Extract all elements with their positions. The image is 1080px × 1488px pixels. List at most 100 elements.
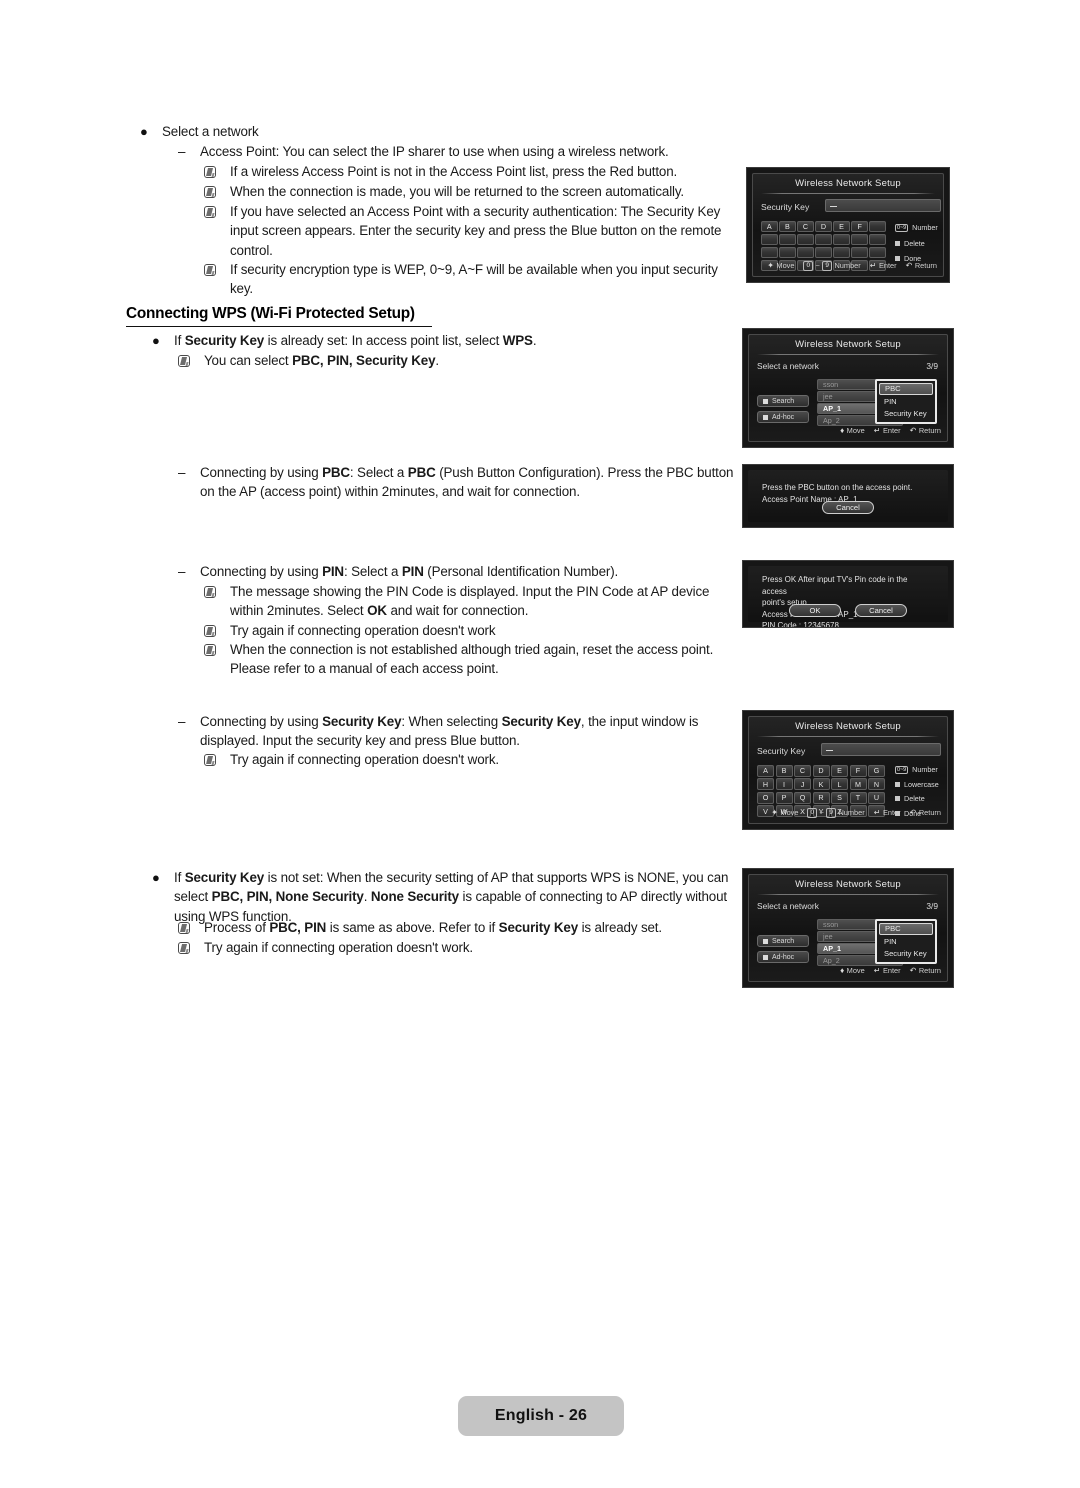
key-blank[interactable] — [851, 233, 868, 246]
note-ap-4-text: If security encryption type is WEP, 0~9,… — [230, 262, 718, 297]
note-notset-2: Try again if connecting operation doesn'… — [178, 938, 740, 959]
number-key-icon: 0~9 — [895, 223, 909, 232]
key-a[interactable]: A — [757, 765, 774, 777]
security-key-input[interactable] — [825, 199, 941, 212]
nav-move: ✦ Move — [767, 261, 795, 270]
key-o[interactable]: O — [757, 791, 774, 804]
key-c[interactable]: C — [794, 765, 811, 777]
key-q[interactable]: Q — [794, 791, 811, 804]
adhoc-button[interactable]: Ad-hoc — [757, 951, 809, 963]
bullet-security-key-already-set: ● If Security Key is already set: In acc… — [152, 331, 740, 350]
key-marker-icon — [895, 796, 900, 801]
key-blank[interactable] — [815, 246, 832, 259]
key-c[interactable]: C — [797, 221, 814, 233]
key-k[interactable]: K — [812, 778, 830, 791]
dash-marker-icon: – — [178, 144, 186, 159]
cancel-button[interactable]: Cancel — [822, 501, 874, 514]
key-blank[interactable] — [815, 233, 832, 246]
keyboard-option-delete[interactable]: Delete — [895, 794, 939, 803]
ok-button[interactable]: OK — [789, 604, 841, 617]
adhoc-button-label: Ad-hoc — [772, 413, 795, 421]
key-j[interactable]: J — [794, 778, 811, 791]
wps-method-menu[interactable]: PBC PIN Security Key — [875, 919, 937, 964]
key-e[interactable]: E — [833, 221, 850, 233]
key-d[interactable]: D — [812, 765, 830, 777]
key-blank[interactable] — [797, 233, 814, 246]
osd-select-network-wps-none-security: Wireless Network Setup Select a network … — [742, 868, 954, 988]
key-d[interactable]: D — [815, 221, 832, 233]
key-blank[interactable] — [869, 246, 886, 259]
key-blank[interactable] — [761, 246, 778, 259]
key-e[interactable]: E — [831, 765, 848, 777]
key-m[interactable]: M — [849, 778, 867, 791]
key-blank[interactable] — [869, 221, 886, 233]
return-icon: ↶ — [909, 808, 917, 817]
key-s[interactable]: S — [831, 791, 848, 804]
wps-menu-item[interactable]: PBC — [879, 923, 933, 935]
key-h[interactable]: H — [757, 778, 774, 791]
key-p[interactable]: P — [775, 791, 793, 804]
wps-method-menu[interactable]: PBC PIN Security Key — [875, 379, 937, 424]
wps-menu-item[interactable]: PBC — [879, 383, 933, 395]
cancel-button[interactable]: Cancel — [855, 604, 907, 617]
key-marker-icon — [895, 781, 900, 787]
keyboard-option-label: Lowercase — [904, 779, 939, 789]
nav-move: ♦ Move — [840, 426, 865, 435]
key-a[interactable]: A — [761, 221, 778, 233]
note-pin-1-text: The message showing the PIN Code is disp… — [230, 584, 710, 619]
key-blank[interactable] — [869, 233, 886, 246]
key-blank[interactable] — [833, 233, 850, 246]
key-b[interactable]: B — [775, 765, 793, 777]
keyboard-option-number[interactable]: 0~9 Number — [895, 765, 939, 774]
button-marker-icon — [763, 954, 768, 960]
osd-frame: Wireless Network Setup Select a network … — [748, 334, 948, 442]
key-f[interactable]: F — [849, 765, 867, 777]
security-key-input[interactable] — [821, 743, 941, 756]
key-n[interactable]: N — [868, 778, 885, 791]
key-l[interactable]: L — [831, 778, 848, 791]
key-b[interactable]: B — [779, 221, 796, 233]
key-g[interactable]: G — [868, 765, 885, 777]
dash-marker-icon: – — [178, 564, 186, 579]
wps-menu-item[interactable]: Security Key — [879, 948, 933, 960]
key-blank[interactable] — [761, 233, 778, 246]
keyboard-option-number[interactable]: 0~9 Number — [895, 223, 938, 232]
bullet-security-key-already-set-text: If Security Key is already set: In acces… — [174, 333, 537, 348]
osd-security-key-keyboard-large: Wireless Network Setup Security Key ABCD… — [742, 710, 954, 830]
key-blank[interactable] — [851, 246, 868, 259]
key-f[interactable]: F — [851, 221, 868, 233]
osd-nav-bar: ♦ Move ↵ Enter ↶ Return — [755, 424, 941, 437]
wps-menu-item[interactable]: PIN — [879, 936, 933, 948]
note-notset-1-text: Process of PBC, PIN is same as above. Re… — [204, 920, 662, 935]
key-t[interactable]: T — [849, 791, 867, 804]
wps-menu-item[interactable]: Security Key — [879, 408, 933, 420]
search-button[interactable]: Search — [757, 935, 809, 947]
wps-menu-item[interactable]: PIN — [879, 396, 933, 408]
osd-title: Wireless Network Setup — [795, 339, 901, 350]
keyboard-option-delete[interactable]: Delete — [895, 239, 938, 248]
note-icon — [178, 351, 204, 372]
note-icon — [204, 260, 230, 281]
key-blank[interactable] — [833, 246, 850, 259]
osd-title: Wireless Network Setup — [795, 721, 901, 732]
search-button[interactable]: Search — [757, 395, 809, 407]
note-icon — [204, 750, 230, 771]
osd-security-key-keyboard-small: Wireless Network Setup Security Key ABCD… — [746, 167, 950, 283]
key-blank[interactable] — [779, 233, 796, 246]
note-ap-3-text: If you have selected an Access Point wit… — [230, 204, 722, 258]
select-network-label: Select a network — [757, 361, 819, 371]
key-r[interactable]: R — [812, 791, 830, 804]
key-u[interactable]: U — [868, 791, 885, 804]
note-ap-1-text: If a wireless Access Point is not in the… — [230, 164, 678, 179]
search-button-label: Search — [772, 397, 795, 405]
adhoc-button[interactable]: Ad-hoc — [757, 411, 809, 423]
key-i[interactable]: I — [775, 778, 793, 791]
manual-page: ● Select a network – Access Point: You c… — [0, 0, 1080, 1488]
key-blank[interactable] — [779, 246, 796, 259]
key-blank[interactable] — [797, 246, 814, 259]
note-icon — [178, 918, 204, 939]
keyboard-option-lowercase[interactable]: Lowercase — [895, 780, 939, 789]
bullet-text: Select a network — [162, 124, 259, 139]
bullet-dot-icon: ● — [140, 124, 148, 139]
pin-dialog-buttons: OK Cancel — [748, 604, 948, 617]
